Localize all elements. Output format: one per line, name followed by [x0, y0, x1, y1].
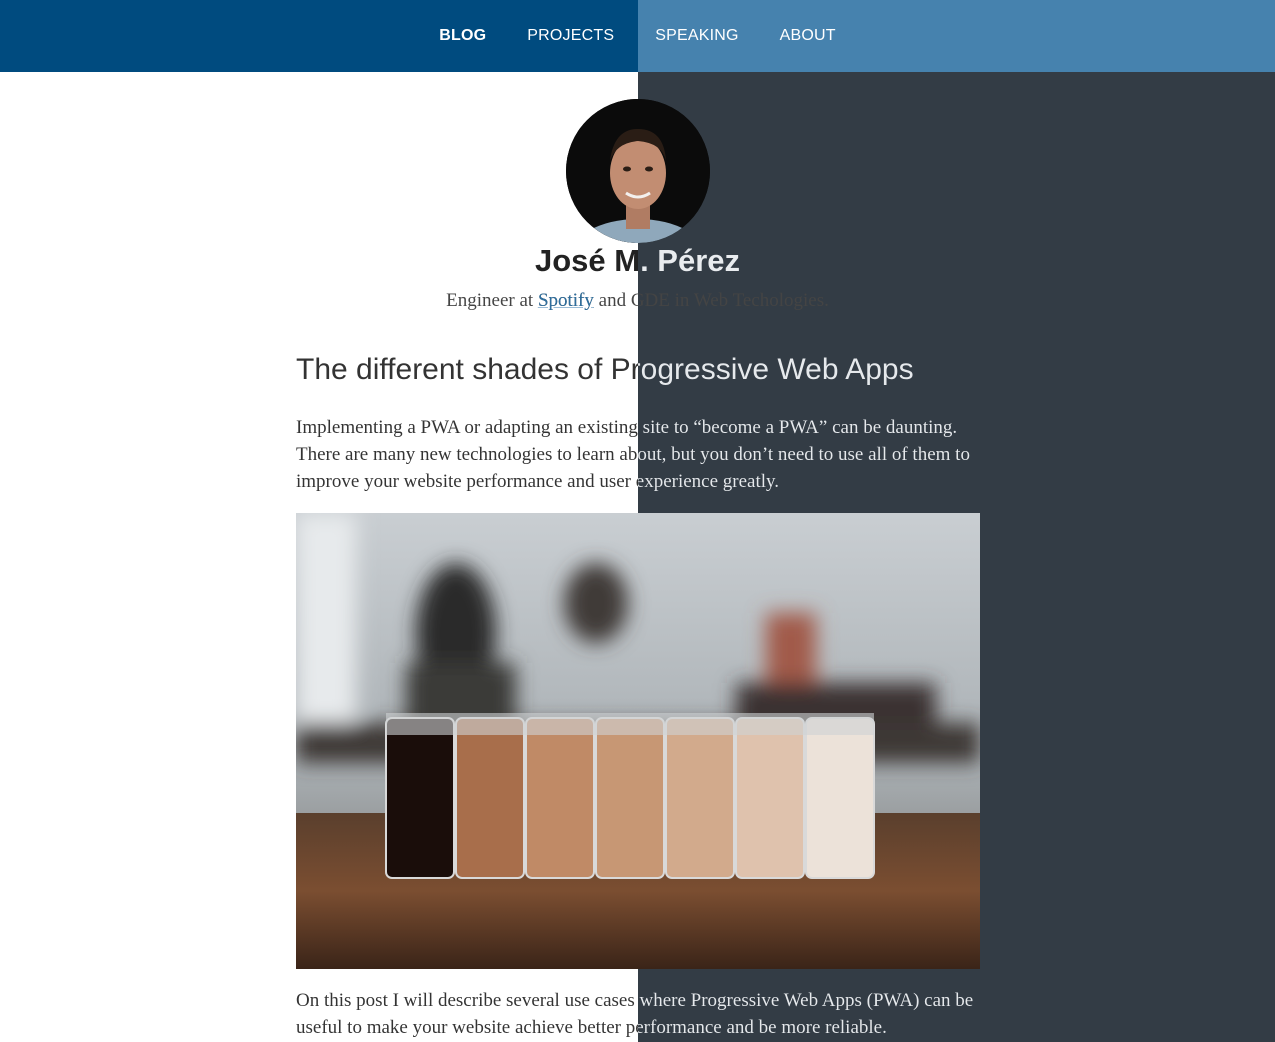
profile-name: José M. Pérez	[0, 240, 1275, 282]
post-body: On this post I will describe several use…	[296, 987, 980, 1041]
jars-photo	[296, 513, 980, 969]
tagline-suffix: in Web Techologies.	[669, 290, 829, 311]
tagline-mid: and	[593, 290, 631, 311]
page-content: José M. Pérez Engineer at Spotify and GD…	[0, 0, 1275, 1042]
spotify-link[interactable]: Spotify	[538, 290, 594, 311]
avatar-photo	[566, 99, 710, 243]
profile-tagline: Engineer at Spotify and GDE in Web Techo…	[0, 288, 1275, 314]
jars	[385, 713, 875, 879]
avatar	[566, 99, 710, 243]
post-title[interactable]: The different shades of Progressive Web …	[296, 350, 996, 390]
gde-abbreviation[interactable]: GDE	[631, 290, 670, 312]
tagline-prefix: Engineer at	[446, 290, 538, 311]
hero-image	[296, 513, 980, 969]
post-intro: Implementing a PWA or adapting an existi…	[296, 414, 980, 495]
